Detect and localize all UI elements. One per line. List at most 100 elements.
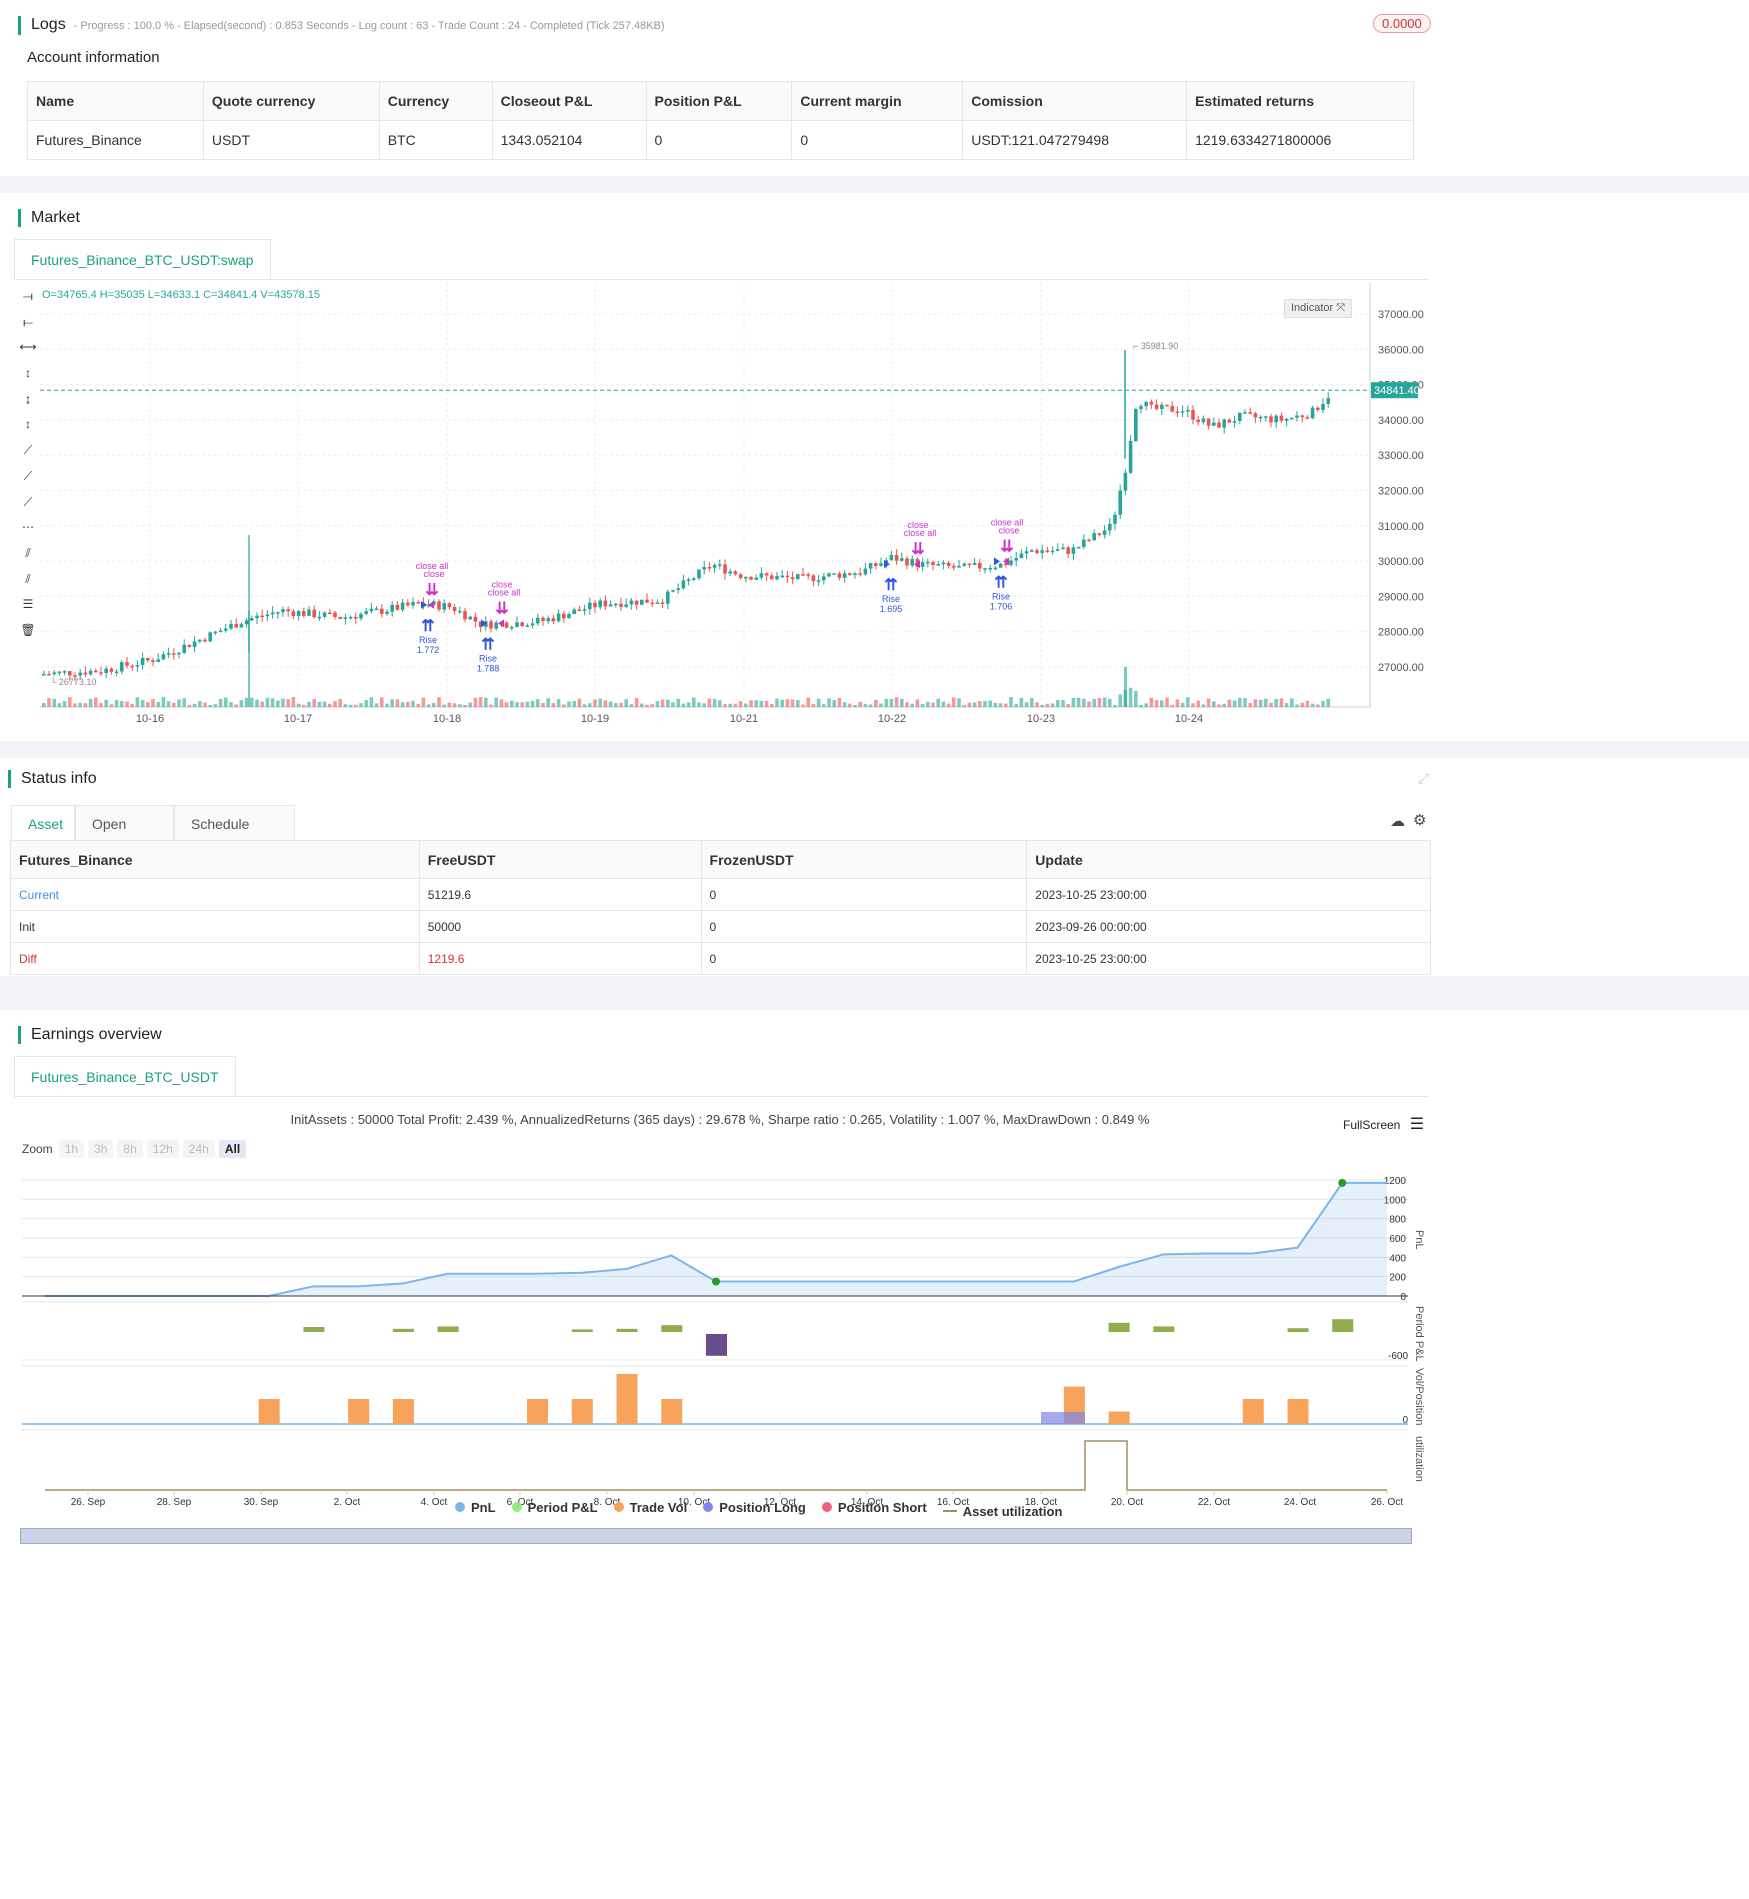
horizontal-ray-icon[interactable]: ⟞ <box>18 289 38 315</box>
asset-cell: 0 <box>700 878 1028 911</box>
cloud-download-icon[interactable]: ☁ <box>1390 812 1405 830</box>
volume-bar <box>983 701 987 707</box>
asset-col-header: Futures_Binance <box>10 840 420 879</box>
earnings-chart[interactable]: 120010008006004002000PnL-600 Period P&L0 V… <box>0 1160 1440 1550</box>
price-tick-label: 37000.00 <box>1378 309 1424 321</box>
date-tick-label: 26. Sep <box>71 1497 106 1508</box>
candle <box>1300 414 1304 423</box>
candle <box>354 612 358 624</box>
expand-icon[interactable]: ⤧ <box>1336 302 1345 314</box>
fib-levels-icon[interactable]: ☰ <box>18 597 38 623</box>
volume-bar <box>832 700 836 707</box>
candle <box>801 567 805 576</box>
candle <box>198 639 202 644</box>
pnl-tick-label: 800 <box>1389 1215 1406 1226</box>
fullscreen-button[interactable]: FullScreen ☰ <box>1343 1114 1424 1134</box>
volume-bar <box>603 700 608 707</box>
expand-icon[interactable]: ⤢ <box>1418 770 1429 787</box>
volume-bar <box>291 697 296 707</box>
pitchfork-icon[interactable]: ⫽ <box>18 572 38 598</box>
zoom-24h-button[interactable]: 24h <box>182 1140 215 1158</box>
candle <box>452 603 457 615</box>
date-tick-label: 30. Sep <box>244 1497 279 1508</box>
candle <box>900 552 904 562</box>
tab-earnings-symbol[interactable]: Futures_Binance_BTC_USDT <box>14 1056 236 1096</box>
volume-bar <box>177 699 181 707</box>
legend-item[interactable]: Position Long <box>703 1500 806 1515</box>
volume-bar <box>957 698 961 707</box>
candle <box>94 668 98 673</box>
tab-asset[interactable]: Asset <box>11 805 75 841</box>
menu-icon[interactable]: ☰ <box>1410 1116 1424 1133</box>
status-title: Status info <box>8 770 97 788</box>
candle <box>728 568 732 576</box>
candle <box>551 615 556 624</box>
zoom-3h-button[interactable]: 3h <box>88 1140 114 1158</box>
candle <box>1097 533 1102 537</box>
volume-bar <box>1009 697 1013 707</box>
drawdown-marker <box>712 1277 720 1286</box>
candle <box>874 562 878 570</box>
candlestick-chart[interactable]: 37000.0036000.0035000.0034000.0033000.00… <box>40 283 1430 723</box>
zoom-8h-button[interactable]: 8h <box>117 1140 143 1158</box>
volume-bar <box>286 699 290 707</box>
parallel-channel-icon[interactable]: ⫽ <box>18 546 38 572</box>
legend-item[interactable]: Period P&L <box>511 1500 598 1515</box>
tab-schedule-orders[interactable]: Schedule orders <box>174 805 295 868</box>
trend-segment-icon[interactable]: ⟋ <box>18 495 38 521</box>
volume-bar <box>1061 700 1065 707</box>
volume-bar <box>1201 704 1206 707</box>
legend-item[interactable]: PnL <box>455 1500 496 1515</box>
tab-open-orders[interactable]: Open orders <box>75 805 174 868</box>
candle <box>120 660 124 675</box>
vertical-line-icon[interactable]: ↨ <box>18 392 38 418</box>
volume-bar <box>333 700 337 707</box>
price-tick-label: 36000.00 <box>1378 344 1424 356</box>
candle <box>130 664 134 671</box>
range-navigator[interactable] <box>20 1528 1412 1544</box>
candle <box>733 569 738 576</box>
volume-bar <box>260 701 264 707</box>
price-label-icon[interactable]: ⋯ <box>18 520 38 546</box>
tab-market-symbol[interactable]: Futures_Binance_BTC_USDT:swap <box>14 239 271 279</box>
trash-icon[interactable]: 🗑 <box>18 623 38 649</box>
vertical-segment-icon[interactable]: ↕ <box>18 417 38 443</box>
candle <box>993 566 998 571</box>
candle <box>1243 409 1247 414</box>
candle <box>572 607 576 615</box>
volume-bar <box>1258 699 1263 707</box>
trend-line-icon[interactable]: ⟋ <box>18 469 38 495</box>
candle <box>1258 415 1263 423</box>
price-tick-label: 30000.00 <box>1378 556 1424 568</box>
sell-arrow-icon: ⇊ <box>1000 538 1013 555</box>
legend-item[interactable]: Asset utilization <box>942 1504 1062 1519</box>
gear-icon[interactable]: ⚙ <box>1413 811 1426 829</box>
candle <box>1248 407 1252 415</box>
zoom-1h-button[interactable]: 1h <box>58 1140 85 1158</box>
candle <box>1139 404 1143 414</box>
candle <box>1014 551 1018 567</box>
account-col-header: Comission <box>962 81 1188 121</box>
legend-item[interactable]: Trade Vol <box>613 1500 687 1515</box>
candle <box>1030 548 1034 552</box>
candle <box>1227 418 1232 423</box>
volume-bar <box>1154 700 1159 707</box>
indicator-button[interactable]: Indicator ⤧ <box>1284 299 1353 318</box>
trade-signal[interactable]: closeclose all⇊⇈Rise1.788 <box>477 579 521 673</box>
peak-marker <box>1338 1178 1347 1187</box>
asset-cell: Init <box>10 910 420 943</box>
volume-bar <box>868 704 873 707</box>
horizontal-line-icon[interactable]: ⟝ <box>18 315 38 341</box>
volume-bar <box>1108 698 1112 707</box>
horizontal-segment-icon[interactable]: ⟷ <box>18 340 38 366</box>
zoom-All-button[interactable]: All <box>218 1140 247 1158</box>
table-row: Current 51219.6 0 2023-10-25 23:00:00 <box>10 878 1431 911</box>
earnings-panel: Earnings overview Futures_Binance_BTC_US… <box>0 1010 1749 1899</box>
legend-item[interactable]: Position Short <box>821 1500 927 1515</box>
volume-bar <box>1056 699 1060 707</box>
volume-bar <box>1232 700 1237 707</box>
vertical-ray-icon[interactable]: ↕ <box>18 366 38 392</box>
table-row: Diff 1219.6 0 2023-10-25 23:00:00 <box>10 942 1431 975</box>
trend-ray-icon[interactable]: ⟋ <box>18 443 38 469</box>
zoom-12h-button[interactable]: 12h <box>146 1140 179 1158</box>
